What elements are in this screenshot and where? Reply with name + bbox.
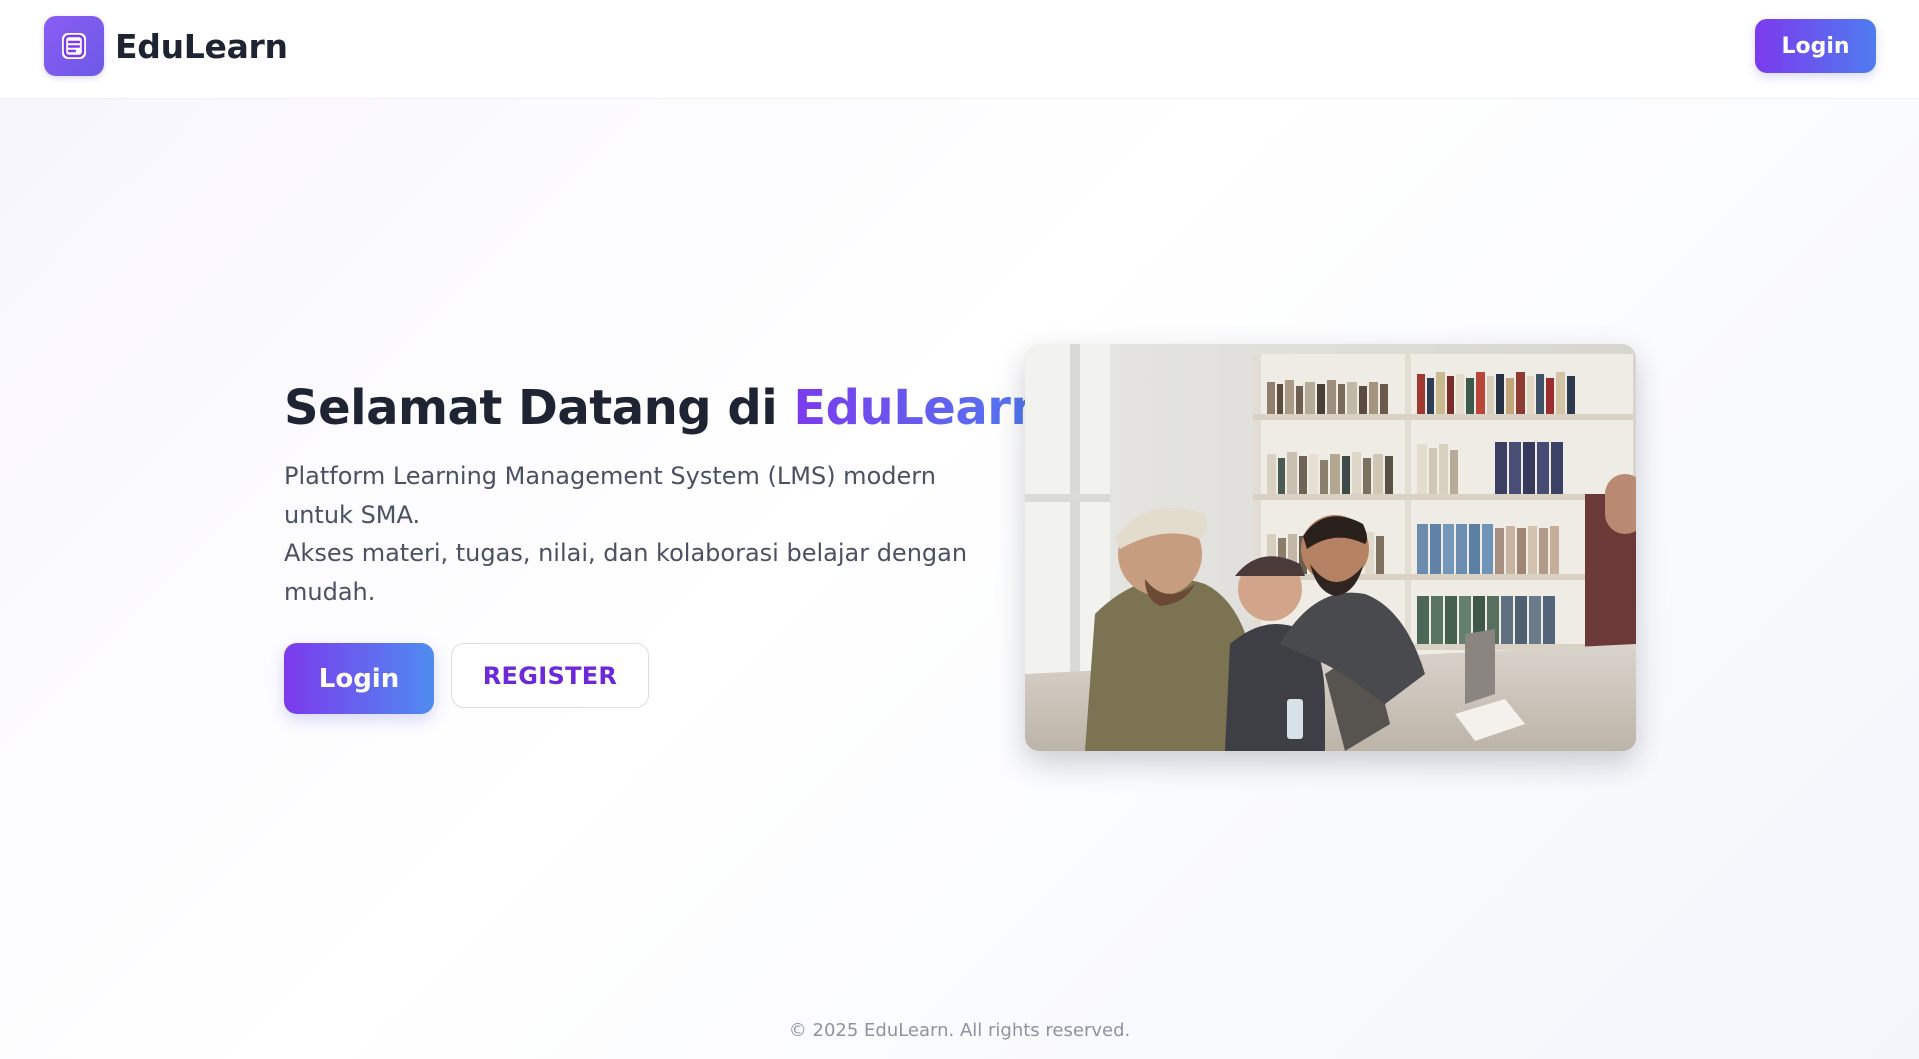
hero-description-line-1: Platform Learning Management System (LMS… bbox=[284, 462, 936, 529]
top-header: EduLearn Login bbox=[0, 0, 1919, 99]
brand[interactable]: EduLearn bbox=[44, 16, 288, 76]
brand-name: EduLearn bbox=[115, 26, 288, 66]
hero-title-prefix: Selamat Datang di bbox=[284, 380, 794, 436]
hero-title: Selamat Datang di EduLearn bbox=[284, 380, 1045, 436]
hero-description: Platform Learning Management System (LMS… bbox=[284, 457, 984, 611]
hero-description-line-2: Akses materi, tugas, nilai, dan kolabora… bbox=[284, 539, 968, 606]
logo bbox=[44, 16, 104, 76]
document-icon bbox=[62, 33, 86, 59]
hero-login-button[interactable]: Login bbox=[284, 643, 434, 714]
hero-register-button[interactable]: REGISTER bbox=[451, 643, 649, 708]
hero-photo-illustration bbox=[1025, 344, 1636, 751]
footer-copyright: © 2025 EduLearn. All rights reserved. bbox=[788, 1020, 1131, 1041]
header-login-button[interactable]: Login bbox=[1755, 19, 1876, 73]
hero-photo bbox=[1025, 344, 1636, 751]
hero-title-highlight: EduLearn bbox=[793, 380, 1045, 436]
